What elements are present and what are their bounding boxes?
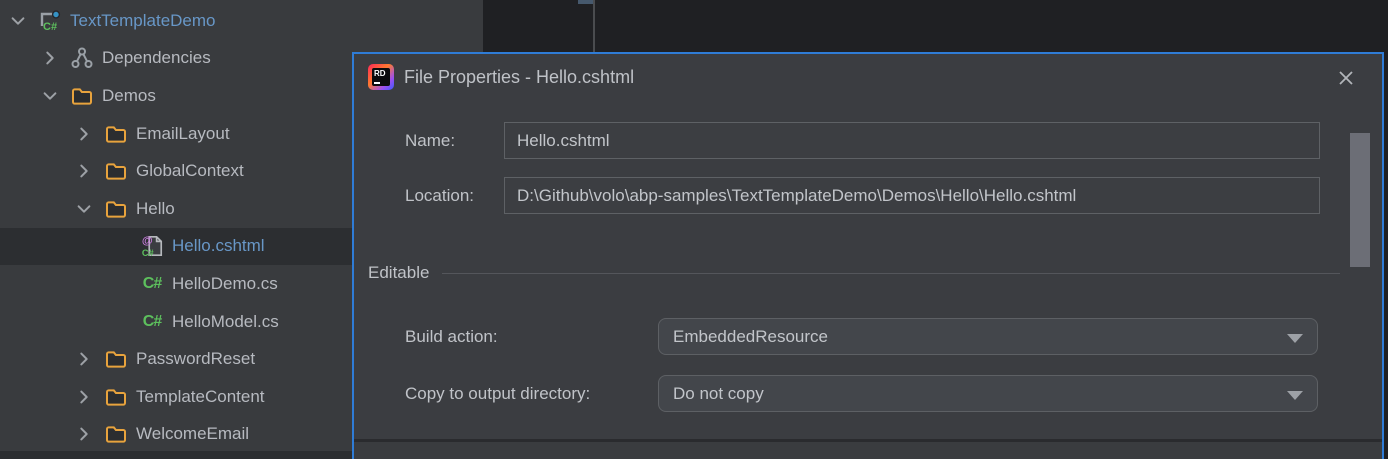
csharp-project-icon: C# bbox=[38, 9, 62, 33]
chevron-down-icon[interactable] bbox=[8, 11, 28, 31]
name-field-label: Name: bbox=[405, 122, 455, 159]
csharp-file-icon: C# bbox=[140, 272, 164, 296]
tree-item-label: HelloModel.cs bbox=[172, 312, 279, 332]
tree-item-label: Hello.cshtml bbox=[172, 236, 265, 256]
location-input[interactable] bbox=[504, 177, 1320, 214]
cshtml-icon: @C# bbox=[140, 234, 164, 258]
rider-logo-inner: RD bbox=[372, 68, 390, 86]
chevron-down-icon bbox=[1287, 334, 1303, 343]
chevron-down-icon[interactable] bbox=[74, 199, 94, 219]
svg-text:C#: C# bbox=[43, 21, 57, 33]
tree-item-label: TemplateContent bbox=[136, 387, 265, 407]
editable-section: Editable bbox=[368, 260, 1340, 286]
dependencies-icon bbox=[70, 46, 94, 70]
rider-logo-underscore bbox=[374, 82, 380, 84]
chevron-right-icon[interactable] bbox=[74, 161, 94, 181]
tree-item-label: HelloDemo.cs bbox=[172, 274, 278, 294]
name-input[interactable] bbox=[504, 122, 1320, 159]
build-action-value: EmbeddedResource bbox=[673, 327, 828, 347]
editable-section-label: Editable bbox=[368, 263, 429, 283]
folder-icon bbox=[104, 197, 128, 221]
chevron-down-icon[interactable] bbox=[40, 86, 60, 106]
chevron-right-icon[interactable] bbox=[74, 424, 94, 444]
location-field-label: Location: bbox=[405, 177, 474, 214]
folder-icon bbox=[104, 422, 128, 446]
svg-text:C#: C# bbox=[142, 249, 154, 259]
rider-logo-icon: RD bbox=[368, 64, 394, 90]
chevron-right-icon[interactable] bbox=[40, 48, 60, 68]
chevron-right-icon[interactable] bbox=[74, 124, 94, 144]
csharp-file-icon: C# bbox=[140, 310, 164, 334]
tree-item-label: Demos bbox=[102, 86, 156, 106]
build-action-select[interactable]: EmbeddedResource bbox=[658, 318, 1318, 355]
close-icon bbox=[1337, 69, 1355, 87]
copy-to-output-label: Copy to output directory: bbox=[405, 375, 590, 412]
folder-icon bbox=[104, 347, 128, 371]
tree-item-label: EmailLayout bbox=[136, 124, 230, 144]
build-action-label: Build action: bbox=[405, 318, 498, 355]
tree-item-label: Hello bbox=[136, 199, 175, 219]
copy-to-output-select[interactable]: Do not copy bbox=[658, 375, 1318, 412]
dialog-footer bbox=[354, 442, 1382, 459]
folder-icon bbox=[104, 159, 128, 183]
tree-item-label: GlobalContext bbox=[136, 161, 244, 181]
app-window: C# TextTemplateDemo Dependencies Demos Email… bbox=[0, 0, 1388, 459]
tree-item-label: TextTemplateDemo bbox=[70, 11, 216, 31]
tree-item-label: Dependencies bbox=[102, 48, 211, 68]
folder-icon bbox=[104, 122, 128, 146]
tree-item-label: WelcomeEmail bbox=[136, 424, 249, 444]
chevron-down-icon bbox=[1287, 391, 1303, 400]
close-button[interactable] bbox=[1334, 66, 1358, 90]
scrollbar-thumb[interactable] bbox=[1350, 133, 1370, 267]
editor-pane-divider bbox=[593, 0, 595, 52]
dialog-title: File Properties - Hello.cshtml bbox=[404, 64, 634, 90]
rider-logo-text: RD bbox=[374, 69, 386, 78]
chevron-right-icon[interactable] bbox=[74, 387, 94, 407]
chevron-right-icon[interactable] bbox=[74, 349, 94, 369]
tree-item-label: PasswordReset bbox=[136, 349, 255, 369]
file-properties-dialog: RD File Properties - Hello.cshtml Name: … bbox=[352, 52, 1384, 459]
svg-text:@: @ bbox=[142, 236, 153, 248]
tree-item[interactable]: C# TextTemplateDemo bbox=[0, 2, 483, 40]
section-divider bbox=[442, 273, 1340, 274]
editor-scroll-mark bbox=[578, 0, 593, 4]
folder-icon bbox=[104, 385, 128, 409]
folder-icon bbox=[70, 84, 94, 108]
copy-to-output-value: Do not copy bbox=[673, 384, 764, 404]
